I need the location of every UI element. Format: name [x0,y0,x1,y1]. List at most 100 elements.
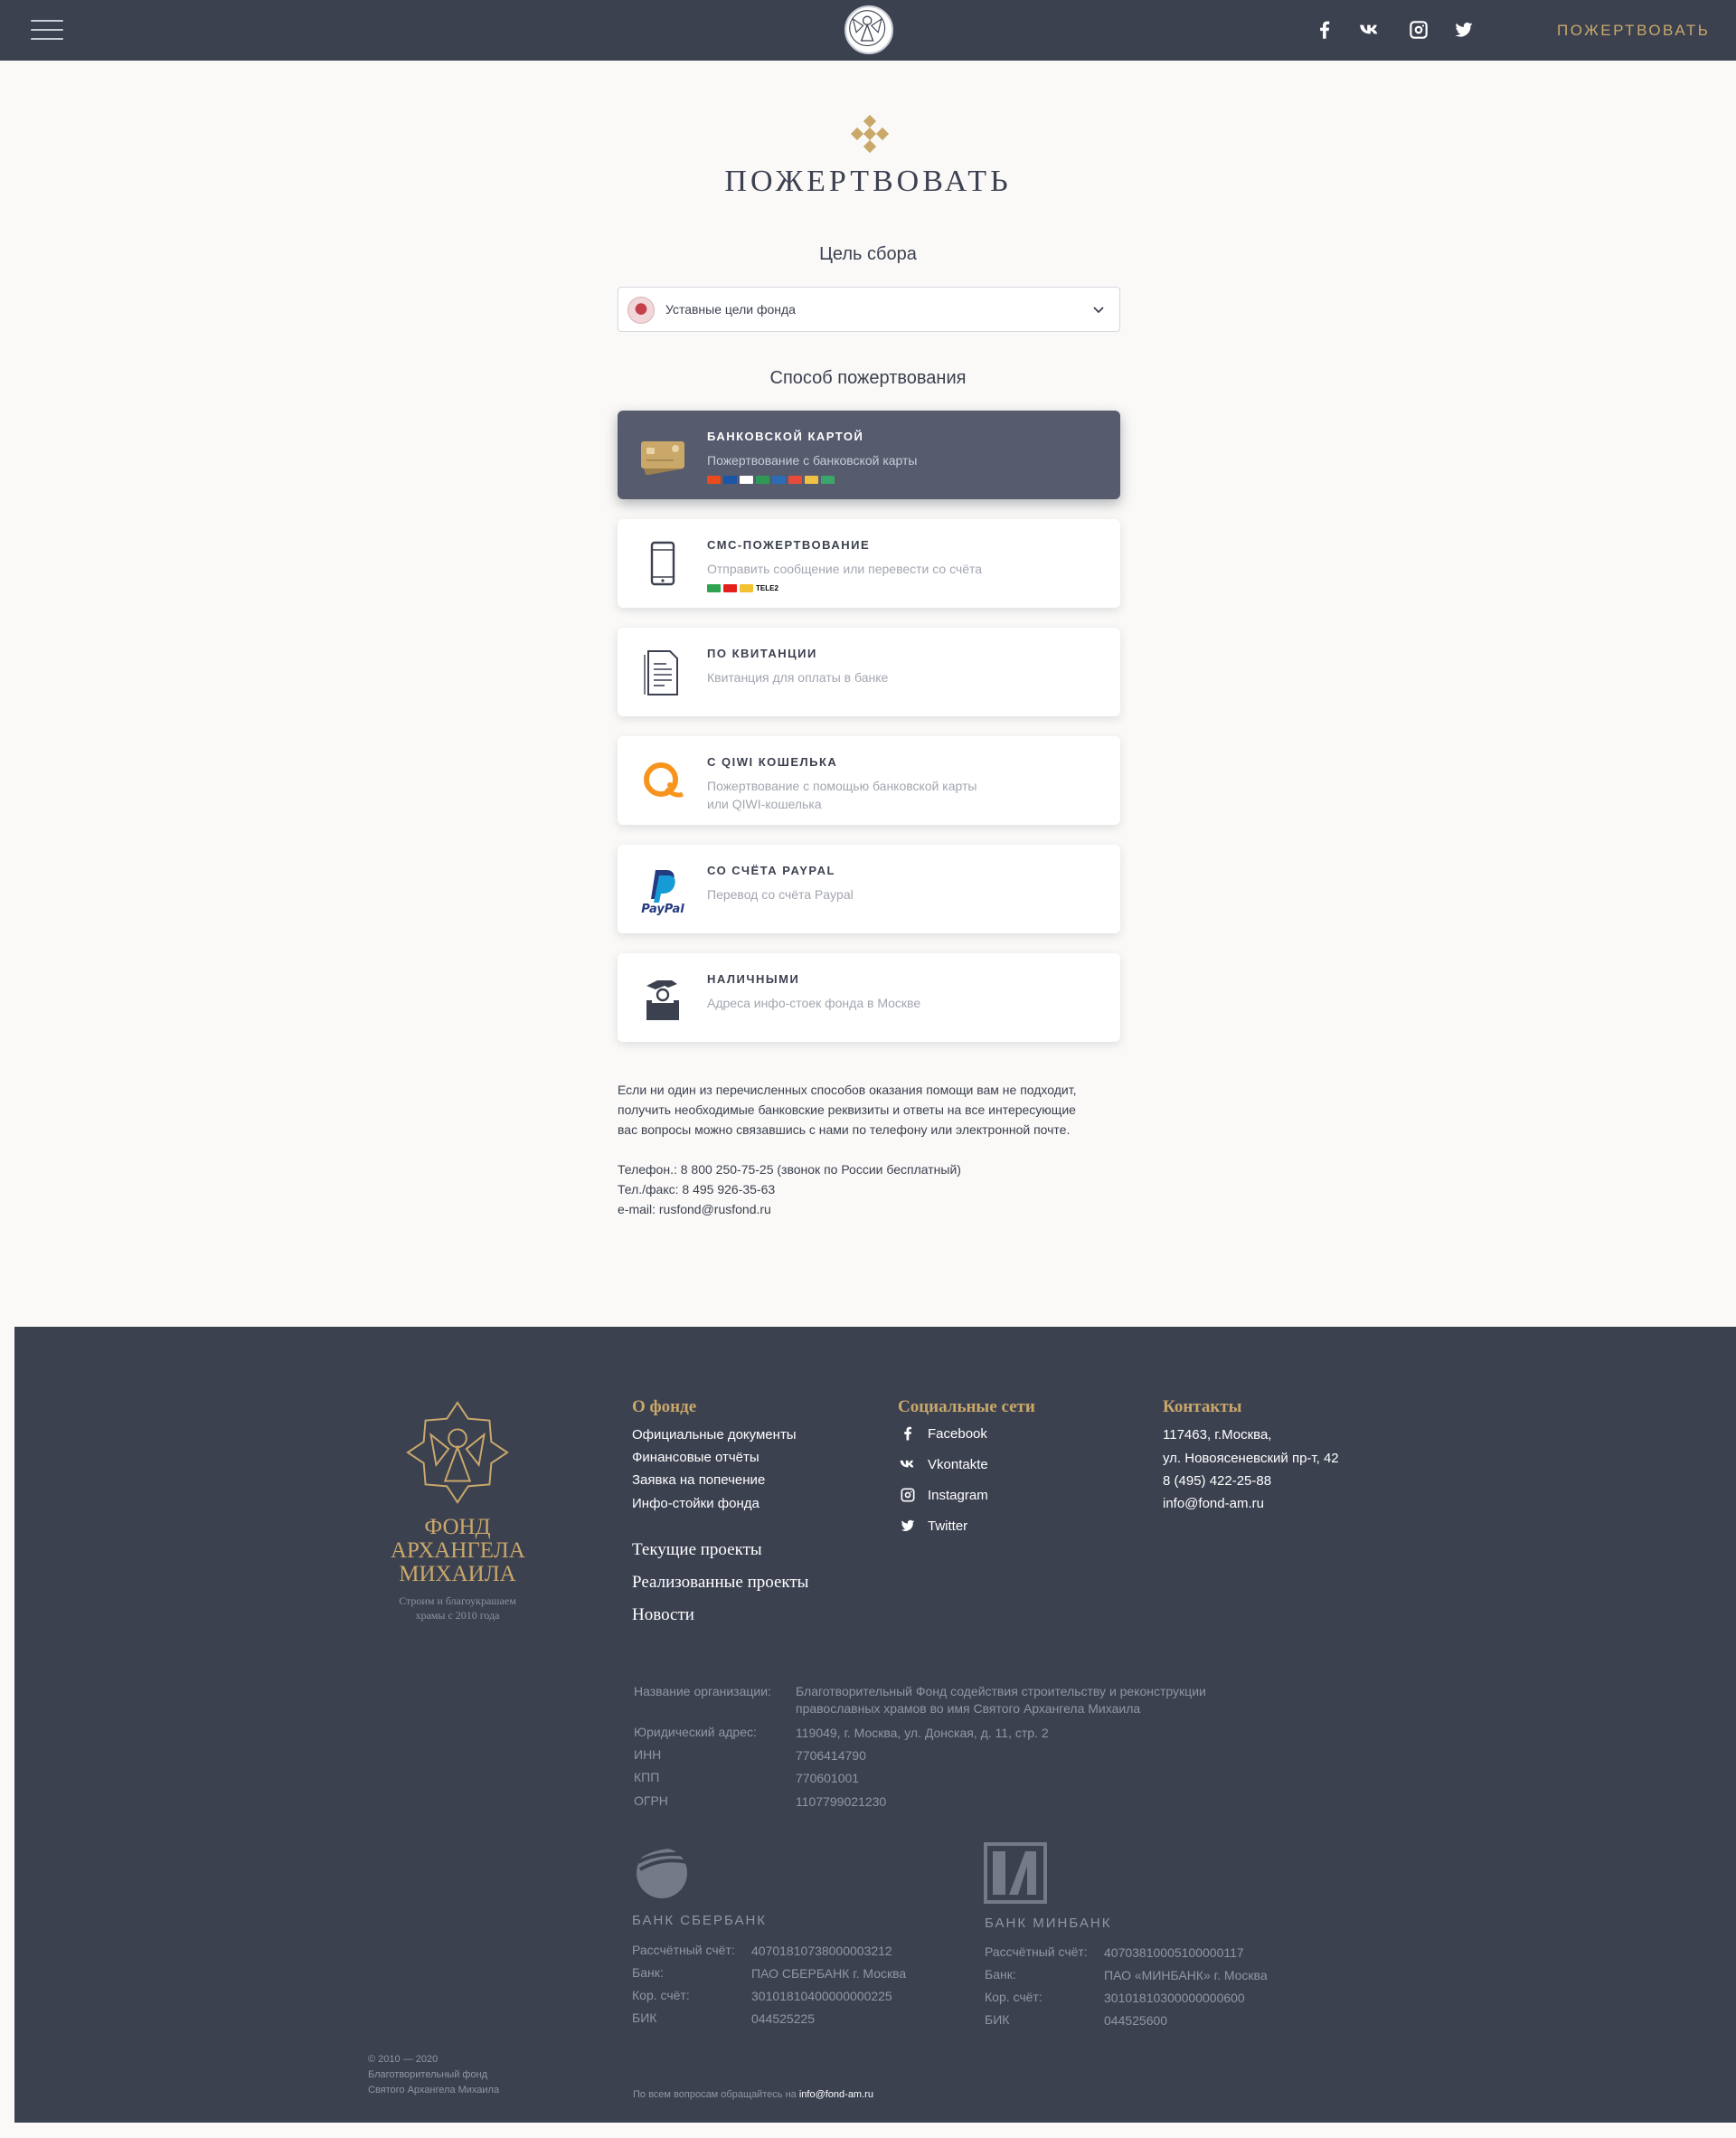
sberbank-logo-icon [637,1845,688,1898]
link-official-documents[interactable]: Официальные документы [632,1427,797,1443]
method-bank-card[interactable]: БАНКОВСКОЙ КАРТОЙ Пожертвование с банков… [618,411,1120,499]
method-cash[interactable]: НАЛИЧНЫМИ Адреса инфо-стоек фонда в Моск… [618,953,1120,1042]
link-current-projects[interactable]: Текущие проекты [632,1540,762,1560]
method-desc: Пожертвование с банковской карты [707,453,918,468]
instagram-icon[interactable] [1407,18,1430,42]
megafon-icon [707,584,721,592]
twitter-icon[interactable] [1452,18,1476,42]
footer: ФОНД АРХАНГЕЛА МИХАИЛА Строим и благоукр… [14,1327,1736,2123]
mastercard-icon [707,476,721,484]
method-desc: Квитанция для оплаты в банке [707,670,889,685]
sber-kor-label: Кор. счёт: [632,1988,690,2002]
org-ogrn-label: ОГРН [634,1793,668,1808]
link-financial-reports[interactable]: Финансовые отчёты [632,1450,760,1465]
page-title: ПОЖЕРТВОВАТЬ [724,165,1012,198]
slogan-line: храмы с 2010 года [415,1609,500,1622]
method-receipt[interactable]: ПО КВИТАНЦИИ Квитанция для оплаты в банк… [618,628,1120,716]
method-desc: Отправить сообщение или перевести со счё… [707,562,983,576]
tele2-icon: TELE2 [756,584,778,592]
method-title: БАНКОВСКОЙ КАРТОЙ [707,430,864,443]
goal-selected-value: Уставные цели фонда [665,302,796,317]
archangel-logo-icon[interactable] [844,5,893,54]
org-name-line: Благотворительный Фонд содействия строит… [796,1684,1206,1698]
footer-logo[interactable]: ФОНД АРХАНГЕЛА МИХАИЛА Строим и благоукр… [391,1399,525,1625]
contacts-title: Контакты [1163,1397,1242,1416]
contact-street: ул. Новоясеневский пр-т, 42 [1163,1451,1339,1466]
method-qiwi[interactable]: С QIWI КОШЕЛЬКА Пожертвование с помощью … [618,736,1120,825]
method-title: НАЛИЧНЫМИ [707,972,800,986]
operator-badges: TELE2 [707,584,778,592]
mts-icon [723,584,737,592]
qiwi-icon [644,762,684,798]
info-line: получить необходимые банковские реквизит… [618,1102,1076,1117]
about-title: О фонде [632,1397,697,1416]
social-title: Социальные сети [898,1397,1035,1416]
info-email[interactable]: e-mail: rusfond@rusfond.ru [618,1199,1124,1219]
org-name-value: Благотворительный Фонд содействия строит… [796,1683,1302,1717]
contact-city: 117463, г.Москва, [1163,1427,1272,1443]
amex-icon [772,476,786,484]
menu-icon[interactable] [31,20,63,42]
sber-bik-label: БИК [632,2010,657,2025]
minbank-kor-value: 30101810300000000600 [1104,1991,1245,2005]
paypal-icon: PayPal [641,870,684,915]
footer-social-label: Instagram [928,1487,988,1503]
visa-icon [740,476,753,484]
footer-instagram-link[interactable]: Instagram [899,1486,988,1504]
org-inn-label: ИНН [634,1747,662,1762]
org-ogrn-value: 1107799021230 [796,1794,887,1809]
facebook-icon[interactable] [1313,18,1336,42]
link-care-request[interactable]: Заявка на попечение [632,1472,765,1488]
webmoney-icon [805,476,818,484]
header-donate-link[interactable]: ПОЖЕРТВОВАТЬ [1557,22,1710,40]
footer-facebook-link[interactable]: Facebook [899,1424,987,1443]
footer-slogan: Строим и благоукрашаем храмы с 2010 года [391,1594,524,1622]
sber-bank-value: ПАО СБЕРБАНК г. Москва [751,1966,907,1981]
slogan-line: Строим и благоукрашаем [399,1594,516,1607]
footer-social-label: Facebook [928,1425,987,1442]
twitter-icon [901,1519,915,1531]
method-desc: Перевод со счёта Paypal [707,887,854,902]
sberbank-title: БАНК СБЕРБАНК [632,1913,768,1928]
bottom-email-link[interactable]: info@fond-am.ru [799,2089,873,2100]
method-desc: Адреса инфо-стоек фонда в Москве [707,996,921,1010]
org-inn-value: 7706414790 [796,1748,866,1763]
info-phone: Телефон.: 8 800 250-75-25 (звонок по Рос… [618,1162,961,1177]
vk-icon [900,1460,914,1468]
paypal-logo-text: PayPal [641,903,684,915]
beeline-icon [740,584,753,592]
footer-twitter-link[interactable]: Twitter [899,1517,967,1535]
method-heading: Способ пожертвования [769,368,967,388]
vk-icon[interactable] [1358,18,1382,42]
link-completed-projects[interactable]: Реализованные проекты [632,1573,808,1593]
goal-select[interactable]: Уставные цели фонда [618,287,1120,332]
link-info-stands[interactable]: Инфо-стойки фонда [632,1496,760,1511]
cross-ornament-icon [850,114,890,154]
footer-logo-name: ФОНД АРХАНГЕЛА МИХАИЛА [391,1515,525,1586]
copyright-line: Благотворительный фонд [368,2069,488,2080]
method-paypal[interactable]: PayPal СО СЧЁТА PAYPAL Перевод со счёта … [618,845,1120,933]
bottom-note-text: По всем вопросам обращайтесь на [633,2089,797,2100]
footer-vk-link[interactable]: Vkontakte [899,1455,988,1473]
method-title: СО СЧЁТА PAYPAL [707,864,835,877]
org-address-label: Юридический адрес: [634,1725,757,1739]
info-spacer [618,1140,1124,1159]
link-news[interactable]: Новости [632,1605,694,1625]
logo-line: МИХАИЛА [399,1562,516,1586]
org-name-label: Название организации: [634,1684,771,1698]
method-title: ПО КВИТАНЦИИ [707,647,817,660]
contact-phone[interactable]: 8 (495) 422-25-88 [1163,1473,1271,1489]
top-header: ПОЖЕРТВОВАТЬ [0,0,1736,61]
sber-kor-value: 30101810400000000225 [751,1989,892,2003]
sber-account-label: Рассчётный счёт: [632,1943,735,1957]
method-sms[interactable]: СМС-ПОЖЕРТВОВАНИЕ Отправить сообщение ил… [618,519,1120,608]
info-line: вас вопросы можно связавшись с нами по т… [618,1122,1071,1137]
logo-line: ФОНД [424,1515,491,1539]
receipt-icon [644,650,678,695]
minbank-kor-label: Кор. счёт: [985,1990,1043,2004]
yandex-money-icon [821,476,835,484]
sber-bik-value: 044525225 [751,2011,816,2026]
contact-email[interactable]: info@fond-am.ru [1163,1496,1264,1511]
minbank-bik-value: 044525600 [1104,2013,1168,2028]
sber-account-value: 40701810738000003212 [751,1944,892,1958]
